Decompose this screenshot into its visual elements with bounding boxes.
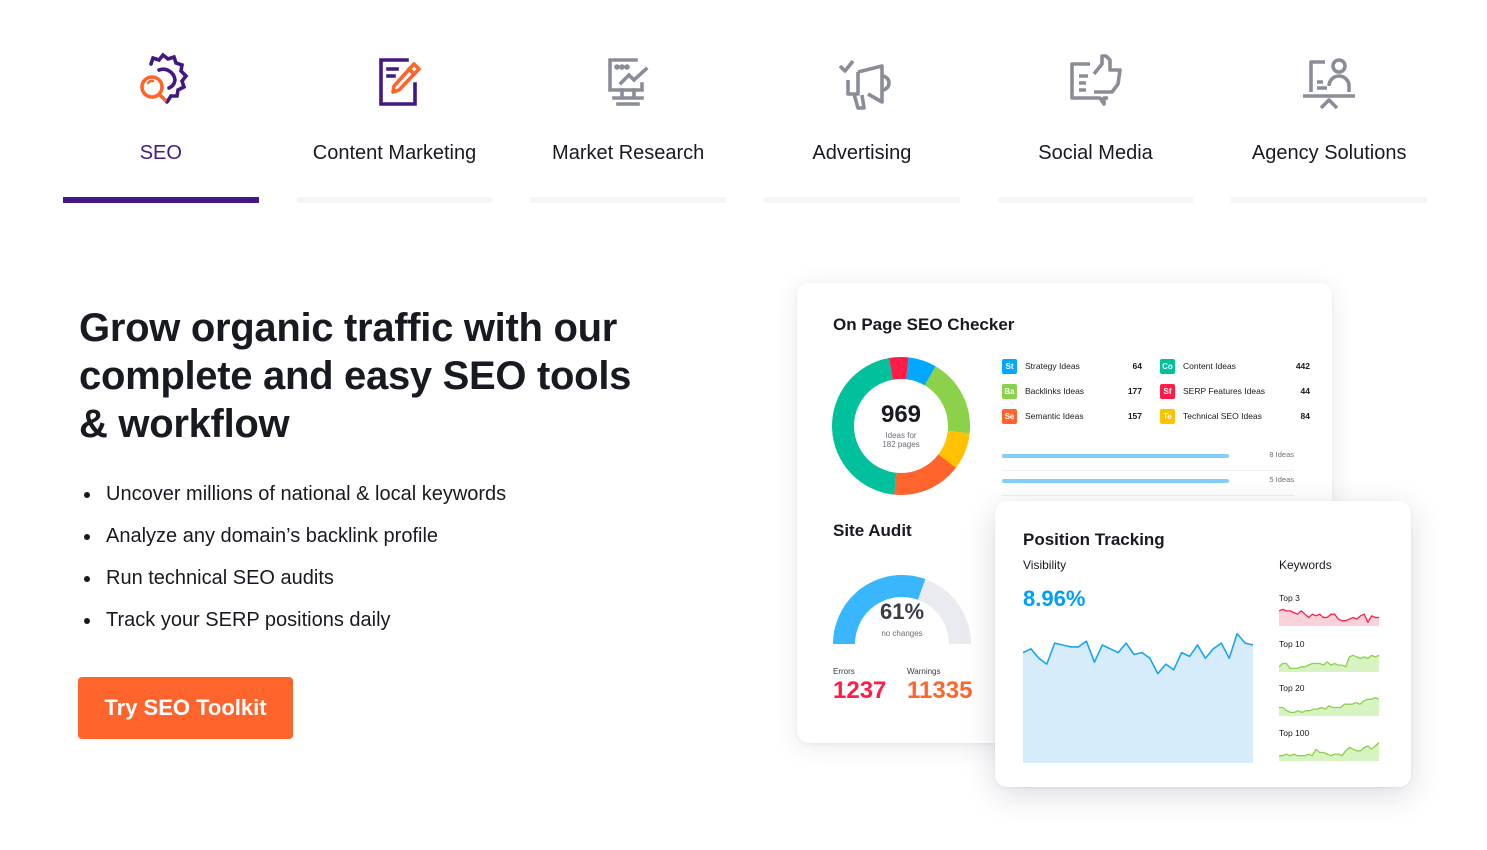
document-pencil-icon	[378, 58, 421, 106]
legend-label: SERP Features Ideas	[1183, 386, 1266, 396]
tab-indicator	[997, 197, 1194, 203]
tab-label: Agency Solutions	[1251, 142, 1407, 164]
tab-label: Content Marketing	[312, 142, 477, 164]
position-tracking-card: Position Tracking Visibility 8.96% Keywo…	[995, 501, 1411, 787]
kw-top10-label: Top 10	[1279, 639, 1305, 649]
tab-social-media[interactable]: Social Media	[997, 0, 1194, 205]
kw-top3-area	[1279, 609, 1379, 626]
feature-list: Uncover millions of national & local key…	[84, 482, 506, 650]
legend-item-strategy: St Strategy Ideas 64	[1002, 358, 1152, 374]
megaphone-check-icon	[838, 59, 891, 110]
card-title: On Page SEO Checker	[833, 315, 1015, 334]
total-ideas-caption: Ideas for 182 pages	[831, 431, 971, 449]
errors-value: 1237	[833, 677, 887, 704]
legend-label: Semantic Ideas	[1025, 411, 1084, 421]
legend-value: 84	[1300, 411, 1310, 421]
ideas-count: 8 Ideas	[1269, 450, 1294, 459]
legend-item-technical-seo: Te Technical SEO Ideas 84	[1160, 408, 1310, 424]
tab-indicator	[296, 197, 493, 203]
caption-line: 182 pages	[882, 440, 920, 449]
thumbs-up-chat-icon	[1069, 54, 1122, 106]
tab-label: SEO	[139, 142, 182, 164]
feature-item: Uncover millions of national & local key…	[84, 482, 506, 506]
visibility-label: Visibility	[1023, 558, 1067, 572]
feature-item: Track your SERP positions daily	[84, 608, 506, 632]
page-ideas-row: 5 Ideas	[1002, 472, 1294, 496]
tab-label: Market Research	[552, 142, 705, 164]
legend-item-content: Co Content Ideas 442	[1160, 358, 1310, 374]
page-ideas-row: 8 Ideas	[1002, 447, 1294, 471]
visibility-value: 8.96%	[1023, 586, 1086, 611]
legend-value: 177	[1127, 386, 1142, 396]
site-health-value: 61%	[879, 599, 925, 624]
tab-indicator	[1231, 197, 1428, 203]
ideas-bar	[1002, 479, 1229, 483]
legend-label: Strategy Ideas	[1025, 361, 1080, 371]
tab-indicator	[530, 197, 727, 203]
card-title: Position Tracking	[1023, 530, 1165, 549]
legend-value: 442	[1295, 361, 1310, 371]
legend-item-backlinks: Ba Backlinks Ideas 177	[1002, 383, 1152, 399]
total-ideas-value: 969	[880, 401, 922, 428]
presentation-person-icon	[1303, 58, 1356, 110]
tab-indicator	[63, 197, 259, 203]
product-tabs: SEO Content Marketing Market Research Ad…	[63, 0, 1428, 205]
errors-label: Errors	[833, 667, 855, 676]
legend-value: 64	[1132, 361, 1142, 371]
kw-top3-label: Top 3	[1279, 593, 1300, 603]
tab-label: Social Media	[1038, 142, 1153, 164]
kw-top100-label: Top 100	[1279, 728, 1310, 738]
legend-item-semantic: Se Semantic Ideas 157	[1002, 408, 1152, 424]
warnings-label: Warnings	[907, 667, 941, 676]
ideas-legend: St Strategy Ideas 64 Co Content Ideas 44…	[1002, 358, 1310, 424]
strategy-badge: St	[1002, 358, 1017, 374]
serp-features-badge: Sf	[1160, 383, 1175, 399]
ideas-count: 5 Ideas	[1269, 475, 1294, 484]
semantic-badge: Se	[1002, 408, 1017, 424]
try-seo-toolkit-button[interactable]: Try SEO Toolkit	[78, 677, 293, 739]
feature-item: Run technical SEO audits	[84, 566, 506, 590]
tab-indicator	[764, 197, 960, 203]
backlinks-badge: Ba	[1002, 383, 1017, 399]
feature-item: Analyze any domain’s backlink profile	[84, 524, 506, 548]
tab-label: Advertising	[812, 142, 912, 164]
warnings-value: 11335	[907, 677, 973, 704]
tab-agency-solutions[interactable]: Agency Solutions	[1231, 0, 1428, 205]
site-health-caption: no changes	[881, 629, 923, 638]
legend-label: Backlinks Ideas	[1025, 386, 1085, 396]
legend-value: 157	[1127, 411, 1142, 421]
legend-label: Content Ideas	[1183, 361, 1236, 371]
seo-gear-magnifier-icon	[140, 52, 189, 104]
content-badge: Co	[1160, 358, 1175, 374]
tab-content-marketing[interactable]: Content Marketing	[296, 0, 493, 205]
visibility-area-chart	[1023, 632, 1253, 763]
kw-top20-label: Top 20	[1279, 683, 1305, 693]
legend-item-serp-features: Sf SERP Features Ideas 44	[1160, 383, 1310, 399]
tab-advertising[interactable]: Advertising	[764, 0, 960, 205]
kw-top100-area	[1279, 742, 1379, 761]
kw-top100-sparkline	[1279, 742, 1379, 761]
caption-line: Ideas for	[885, 431, 917, 440]
technical-seo-badge: Te	[1160, 408, 1175, 424]
legend-value: 44	[1300, 386, 1310, 396]
kw-top3-sparkline	[1279, 608, 1379, 626]
kw-top20-sparkline	[1279, 696, 1379, 716]
legend-label: Technical SEO Ideas	[1183, 411, 1262, 421]
ideas-bar	[1002, 454, 1229, 458]
kw-top10-sparkline	[1279, 654, 1379, 672]
monitor-chart-icon	[608, 58, 649, 106]
hero-headline: Grow organic traffic with our complete a…	[79, 306, 632, 446]
tab-seo[interactable]: SEO	[63, 0, 259, 205]
site-audit-title: Site Audit	[833, 521, 912, 540]
tab-market-research[interactable]: Market Research	[530, 0, 727, 205]
keywords-label: Keywords	[1279, 558, 1332, 572]
